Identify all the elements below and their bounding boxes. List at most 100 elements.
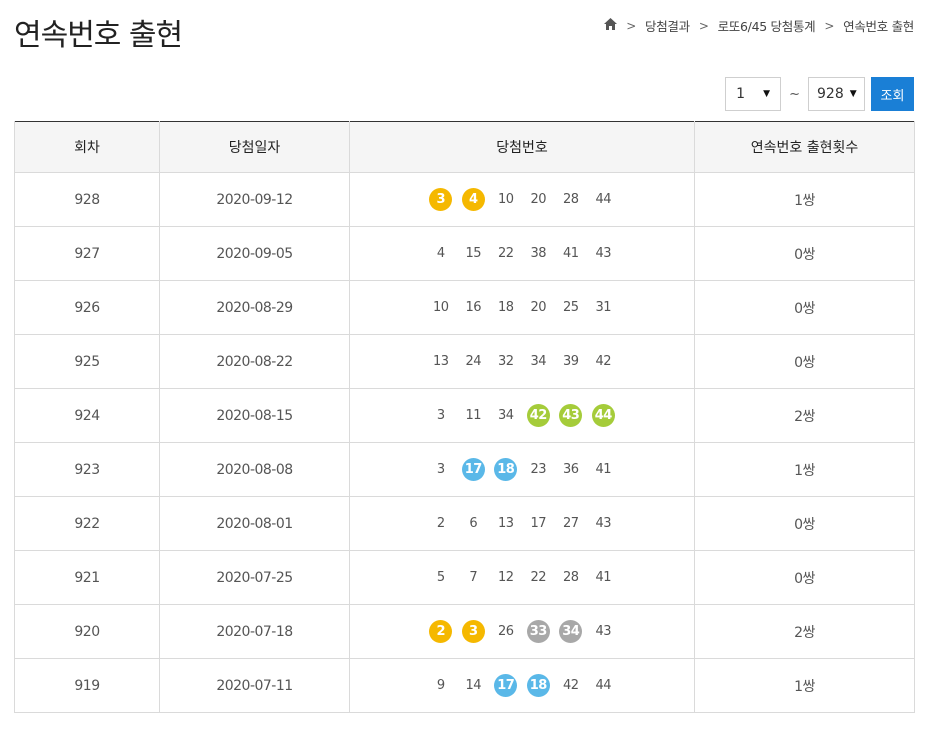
round-from-value: 1 <box>736 86 746 102</box>
lotto-ball: 23 <box>530 462 547 477</box>
lotto-ball: 2 <box>429 620 453 643</box>
winning-numbers: 4 15 22 38 41 43 <box>350 242 694 265</box>
lotto-ball: 22 <box>530 570 547 585</box>
lotto-ball: 5 <box>436 570 445 585</box>
numbers-cell: 3 17 18 23 36 41 <box>349 442 695 497</box>
numbers-cell: 2 6 13 17 27 43 <box>349 496 695 551</box>
lotto-ball: 17 <box>494 674 518 697</box>
table-row: 927 2020-09-05 4 15 22 38 41 43 0쌍 <box>14 226 915 281</box>
lotto-ball: 26 <box>497 624 514 639</box>
lotto-ball: 12 <box>497 570 514 585</box>
consecutive-count-cell: 1쌍 <box>694 442 915 497</box>
lotto-ball: 43 <box>595 246 612 261</box>
lotto-ball: 18 <box>497 300 514 315</box>
lotto-ball: 10 <box>497 192 514 207</box>
lotto-ball: 17 <box>530 516 547 531</box>
breadcrumb-item-stats[interactable]: 로또6/45 당첨통계 <box>718 16 816 35</box>
lotto-ball: 42 <box>562 678 579 693</box>
lotto-ball: 18 <box>494 458 518 481</box>
lotto-ball: 43 <box>559 404 583 427</box>
lotto-ball: 6 <box>469 516 478 531</box>
table-row: 924 2020-08-15 3 11 34 42 43 44 2쌍 <box>14 388 915 443</box>
date-cell: 2020-08-01 <box>159 496 350 551</box>
lotto-ball: 4 <box>436 246 445 261</box>
lotto-ball: 11 <box>465 408 482 423</box>
winning-numbers: 5 7 12 22 28 41 <box>350 566 694 589</box>
numbers-cell: 5 7 12 22 28 41 <box>349 550 695 605</box>
numbers-cell: 13 24 32 34 39 42 <box>349 334 695 389</box>
lotto-ball: 41 <box>562 246 579 261</box>
numbers-cell: 3 11 34 42 43 44 <box>349 388 695 443</box>
lotto-ball: 3 <box>429 188 453 211</box>
lotto-ball: 33 <box>526 620 550 643</box>
lotto-ball: 3 <box>461 620 485 643</box>
table-row: 919 2020-07-11 9 14 17 18 42 44 1쌍 <box>14 658 915 713</box>
lotto-ball: 25 <box>562 300 579 315</box>
column-header-date: 당첨일자 <box>159 121 350 173</box>
date-cell: 2020-08-15 <box>159 388 350 443</box>
numbers-cell: 4 15 22 38 41 43 <box>349 226 695 281</box>
lotto-ball: 7 <box>469 570 478 585</box>
table-row: 920 2020-07-18 2 3 26 33 34 43 2쌍 <box>14 604 915 659</box>
search-button[interactable]: 조회 <box>871 77 914 111</box>
breadcrumb-item-results[interactable]: 당첨결과 <box>645 16 690 35</box>
column-header-count: 연속번호 출현횟수 <box>694 121 915 173</box>
date-cell: 2020-08-08 <box>159 442 350 497</box>
lotto-ball: 44 <box>595 678 612 693</box>
lotto-ball: 20 <box>530 300 547 315</box>
round-cell: 928 <box>14 172 160 227</box>
lotto-ball: 28 <box>562 192 579 207</box>
numbers-cell: 3 4 10 20 28 44 <box>349 172 695 227</box>
lotto-ball: 4 <box>461 188 485 211</box>
lotto-ball: 13 <box>497 516 514 531</box>
round-filter: 1 ▼ ~ 928 ▼ 조회 <box>725 77 914 111</box>
lotto-ball: 34 <box>530 354 547 369</box>
lotto-ball: 36 <box>562 462 579 477</box>
consecutive-count-cell: 1쌍 <box>694 172 915 227</box>
lotto-ball: 15 <box>465 246 482 261</box>
lotto-ball: 16 <box>465 300 482 315</box>
round-cell: 920 <box>14 604 160 659</box>
winning-numbers: 3 17 18 23 36 41 <box>350 458 694 481</box>
lotto-ball: 42 <box>595 354 612 369</box>
consecutive-count-cell: 2쌍 <box>694 388 915 443</box>
winning-numbers: 2 3 26 33 34 43 <box>350 620 694 643</box>
lotto-ball: 41 <box>595 570 612 585</box>
round-cell: 923 <box>14 442 160 497</box>
date-cell: 2020-08-29 <box>159 280 350 335</box>
lotto-ball: 32 <box>497 354 514 369</box>
chevron-right-icon: > <box>626 18 637 33</box>
lotto-ball: 39 <box>562 354 579 369</box>
lotto-ball: 44 <box>595 192 612 207</box>
winning-numbers: 10 16 18 20 25 31 <box>350 296 694 319</box>
date-cell: 2020-09-12 <box>159 172 350 227</box>
home-icon[interactable] <box>604 18 618 33</box>
date-cell: 2020-08-22 <box>159 334 350 389</box>
table-header-row: 회차 당첨일자 당첨번호 연속번호 출현횟수 <box>14 121 915 173</box>
table-row: 925 2020-08-22 13 24 32 34 39 42 0쌍 <box>14 334 915 389</box>
winning-numbers: 3 4 10 20 28 44 <box>350 188 694 211</box>
consecutive-count-cell: 2쌍 <box>694 604 915 659</box>
range-separator: ~ <box>789 86 800 102</box>
consecutive-count-cell: 0쌍 <box>694 550 915 605</box>
lotto-ball: 28 <box>562 570 579 585</box>
results-table: 회차 당첨일자 당첨번호 연속번호 출현횟수 928 2020-09-12 3 4 10… <box>14 121 915 713</box>
lotto-ball: 34 <box>559 620 583 643</box>
lotto-ball: 9 <box>436 678 445 693</box>
lotto-ball: 17 <box>461 458 485 481</box>
table-row: 923 2020-08-08 3 17 18 23 36 41 1쌍 <box>14 442 915 497</box>
consecutive-count-cell: 0쌍 <box>694 334 915 389</box>
lotto-ball: 3 <box>436 408 445 423</box>
round-cell: 922 <box>14 496 160 551</box>
consecutive-count-cell: 0쌍 <box>694 226 915 281</box>
numbers-cell: 2 3 26 33 34 43 <box>349 604 695 659</box>
date-cell: 2020-07-11 <box>159 658 350 713</box>
lotto-ball: 14 <box>465 678 482 693</box>
round-cell: 927 <box>14 226 160 281</box>
breadcrumb: > 당첨결과 > 로또6/45 당첨통계 > 연속번호 출현 <box>604 16 914 35</box>
round-from-select[interactable]: 1 ▼ <box>725 77 782 111</box>
lotto-ball: 38 <box>530 246 547 261</box>
lotto-ball: 27 <box>562 516 579 531</box>
round-cell: 919 <box>14 658 160 713</box>
round-to-select[interactable]: 928 ▼ <box>808 77 865 111</box>
